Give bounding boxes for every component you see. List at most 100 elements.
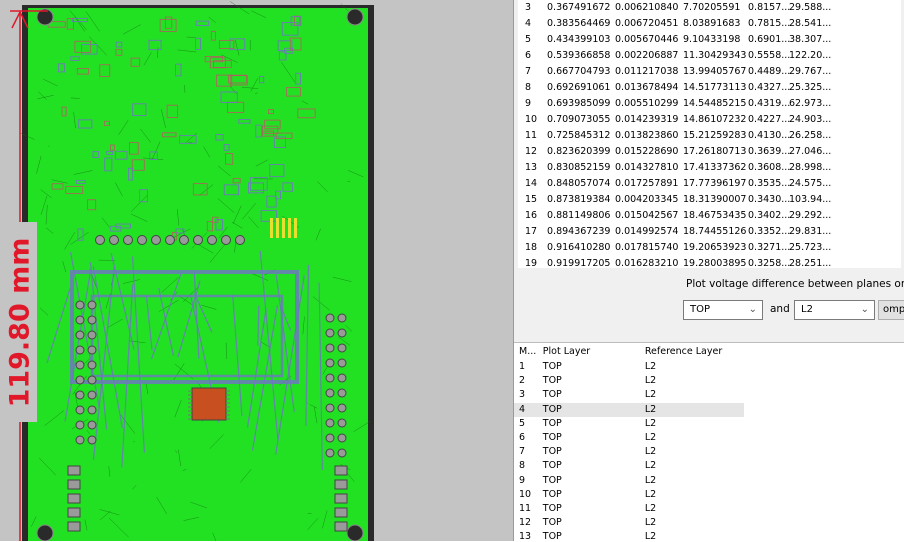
list-item[interactable]: 9TOPL2: [514, 474, 744, 488]
list-cell: 13: [514, 530, 543, 542]
table-row[interactable]: 180.9164102800.01781574019.206539230.327…: [518, 240, 901, 256]
list-item[interactable]: 4TOPL2: [514, 403, 744, 417]
plot-controls-title: Plot voltage difference between planes o…: [686, 278, 904, 290]
table-row[interactable]: 190.9199172050.01628321019.280038950.325…: [518, 256, 901, 268]
table-row[interactable]: 70.6677047930.01121703813.994057670.4489…: [518, 64, 901, 80]
list-cell: TOP: [543, 417, 645, 431]
list-item[interactable]: 6TOPL2: [514, 431, 744, 445]
list-cell: TOP: [543, 530, 645, 542]
table-cell: 0.894367239: [547, 224, 615, 240]
reference-layer-dropdown[interactable]: L2 ⌄: [794, 300, 875, 320]
table-cell: 38.307...: [789, 32, 839, 48]
table-row[interactable]: 30.3674916720.0062108407.702055910.8157.…: [518, 0, 901, 16]
table-row[interactable]: 60.5393668580.00220688711.304293430.5558…: [518, 48, 901, 64]
table-row[interactable]: 100.7090730550.01423931914.861072320.422…: [518, 112, 901, 128]
table-cell: 29.831...: [789, 224, 839, 240]
list-cell: L2: [645, 374, 744, 388]
list-item[interactable]: 11TOPL2: [514, 502, 744, 516]
list-cell: L2: [645, 530, 744, 542]
list-cell: L2: [645, 431, 744, 445]
table-cell: 25.325...: [789, 80, 839, 96]
table-cell: 122.20...: [789, 48, 839, 64]
table-cell: 14.86107232: [683, 112, 748, 128]
list-item[interactable]: 13TOPL2: [514, 530, 744, 542]
table-cell: 0.006720451: [615, 16, 683, 32]
table-cell: 5: [518, 32, 547, 48]
table-cell: 0.016283210: [615, 256, 683, 268]
table-row[interactable]: 120.8236203990.01522869017.261807130.363…: [518, 144, 901, 160]
table-row[interactable]: 130.8308521590.01432781017.413373620.360…: [518, 160, 901, 176]
list-item[interactable]: 7TOPL2: [514, 445, 744, 459]
table-row[interactable]: 110.7258453120.01382386015.212592830.413…: [518, 128, 901, 144]
table-cell: 0.4130...: [748, 128, 789, 144]
list-item[interactable]: 8TOPL2: [514, 459, 744, 473]
table-cell: 9.10433198: [683, 32, 748, 48]
plot-layer-dropdown[interactable]: TOP ⌄: [683, 300, 763, 320]
list-cell: TOP: [543, 445, 645, 459]
table-cell: 0.3271...: [748, 240, 789, 256]
table-row[interactable]: 80.6926910610.01367849414.517731130.4327…: [518, 80, 901, 96]
table-cell: 0.004203345: [615, 192, 683, 208]
header-mode[interactable]: M...: [514, 343, 543, 360]
table-cell: 0.3608...: [748, 160, 789, 176]
list-cell: 11: [514, 502, 543, 516]
layer-pair-list[interactable]: M... Plot Layer Reference Layer 1TOPL22T…: [514, 342, 904, 542]
table-cell: 0.667704793: [547, 64, 615, 80]
list-cell: 12: [514, 516, 543, 530]
table-cell: 0.830852159: [547, 160, 615, 176]
results-table[interactable]: 30.3674916720.0062108407.702055910.8157.…: [518, 0, 901, 268]
pcb-viewport[interactable]: 119.80 mm: [0, 0, 513, 541]
table-row[interactable]: 90.6939850990.00551029914.544852150.4319…: [518, 96, 901, 112]
table-cell: 18: [518, 240, 547, 256]
list-cell: L2: [645, 403, 744, 417]
list-cell: 3: [514, 388, 543, 402]
table-cell: 19.28003895: [683, 256, 748, 268]
table-cell: 15: [518, 192, 547, 208]
table-row[interactable]: 150.8738193840.00420334518.313900070.343…: [518, 192, 901, 208]
table-cell: 14: [518, 176, 547, 192]
table-cell: 0.015042567: [615, 208, 683, 224]
table-cell: 0.015228690: [615, 144, 683, 160]
table-row[interactable]: 40.3835644690.0067204518.038916830.7815.…: [518, 16, 901, 32]
list-item[interactable]: 12TOPL2: [514, 516, 744, 530]
compute-button[interactable]: ompu: [878, 300, 904, 320]
table-cell: 6: [518, 48, 547, 64]
pcb-board-render[interactable]: [0, 0, 513, 541]
table-row[interactable]: 50.4343991030.0056704469.104331980.6901.…: [518, 32, 901, 48]
list-cell: L2: [645, 417, 744, 431]
table-cell: 18.46753435: [683, 208, 748, 224]
list-cell: TOP: [543, 488, 645, 502]
table-cell: 29.767...: [789, 64, 839, 80]
header-reference-layer[interactable]: Reference Layer: [645, 343, 744, 360]
table-cell: 16: [518, 208, 547, 224]
table-cell: 12: [518, 144, 547, 160]
list-item[interactable]: 3TOPL2: [514, 388, 744, 402]
table-cell: 28.998...: [789, 160, 839, 176]
table-cell: 25.723...: [789, 240, 839, 256]
list-cell: 1: [514, 360, 543, 374]
list-cell: L2: [645, 445, 744, 459]
table-row[interactable]: 140.8480570740.01725789117.773961970.353…: [518, 176, 901, 192]
table-cell: 0.539366858: [547, 48, 615, 64]
table-row[interactable]: 160.8811498060.01504256718.467534350.340…: [518, 208, 901, 224]
list-cell: L2: [645, 388, 744, 402]
header-plot-layer[interactable]: Plot Layer: [543, 343, 645, 360]
table-cell: 0.725845312: [547, 128, 615, 144]
list-item[interactable]: 1TOPL2: [514, 360, 744, 374]
table-cell: 0.3402...: [748, 208, 789, 224]
table-cell: 0.6901...: [748, 32, 789, 48]
table-cell: 0.8157...: [748, 0, 789, 16]
list-item[interactable]: 5TOPL2: [514, 417, 744, 431]
table-cell: 18.31390007: [683, 192, 748, 208]
list-cell: TOP: [543, 516, 645, 530]
list-item[interactable]: 2TOPL2: [514, 374, 744, 388]
table-cell: 103.94...: [789, 192, 839, 208]
table-cell: 0.709073055: [547, 112, 615, 128]
dimension-label: 119.80 mm: [3, 222, 37, 422]
list-item[interactable]: 10TOPL2: [514, 488, 744, 502]
table-row[interactable]: 170.8943672390.01499257418.744551260.335…: [518, 224, 901, 240]
list-cell: TOP: [543, 360, 645, 374]
table-cell: 7: [518, 64, 547, 80]
chevron-down-icon: ⌄: [861, 301, 869, 319]
table-cell: 0.3258...: [748, 256, 789, 268]
